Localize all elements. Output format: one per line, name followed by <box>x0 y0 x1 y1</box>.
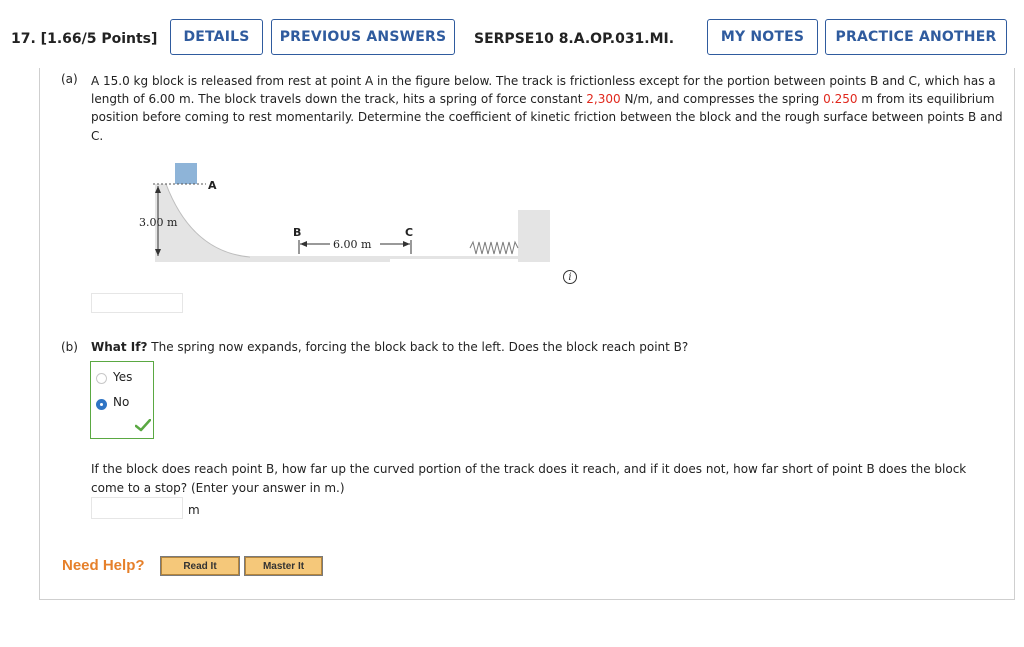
length-arrowhead-right <box>403 241 410 247</box>
master-it-button[interactable]: Master It <box>244 556 323 576</box>
point-b-label: B <box>293 226 301 239</box>
part-a-text-2: N/m, and compresses the spring <box>620 92 824 107</box>
length-label: 6.00 m <box>333 238 372 251</box>
read-it-button[interactable]: Read It <box>160 556 240 576</box>
track-diagram: A 3.00 m B C 6.00 m <box>139 163 550 262</box>
what-if-label: What If? <box>91 340 148 354</box>
part-b-question: The spring now expands, forcing the bloc… <box>147 340 689 354</box>
assignment-id: SERPSE10 8.A.OP.031.MI. <box>474 31 675 47</box>
point-a-label: A <box>208 179 217 192</box>
question-points-label: 17. [1.66/5 Points] <box>11 31 158 47</box>
info-icon[interactable]: i <box>563 270 577 284</box>
track-figure: A 3.00 m B C 6.00 m <box>130 162 560 272</box>
compression-value: 0.250 <box>823 92 858 107</box>
option-yes-label: Yes <box>113 370 133 384</box>
part-b-label: (b) <box>61 340 78 354</box>
need-help-label: Need Help? <box>62 557 145 574</box>
right-wall <box>518 210 550 262</box>
track-floor <box>250 256 530 259</box>
part-b-prompt: What If? The spring now expands, forcing… <box>91 340 688 354</box>
point-c-label: C <box>405 226 413 239</box>
length-arrowhead-left <box>300 241 307 247</box>
part-a-answer-input[interactable] <box>91 293 183 313</box>
details-button[interactable]: DETAILS <box>170 19 263 55</box>
practice-another-button[interactable]: PRACTICE ANOTHER <box>825 19 1007 55</box>
question-panel <box>39 68 1015 600</box>
radio-no[interactable] <box>96 399 107 410</box>
previous-answers-button[interactable]: PREVIOUS ANSWERS <box>271 19 455 55</box>
height-label: 3.00 m <box>139 216 178 229</box>
correct-check-icon <box>135 419 151 432</box>
spring <box>469 240 519 255</box>
part-a-label: (a) <box>61 72 78 86</box>
part-b-answer-input[interactable] <box>91 497 183 519</box>
part-a-prompt: A 15.0 kg block is released from rest at… <box>91 72 1006 145</box>
block <box>175 163 197 184</box>
radio-yes[interactable] <box>96 373 107 384</box>
spring-constant-value: 2,300 <box>586 92 621 107</box>
unit-label: m <box>188 503 200 517</box>
option-no-label: No <box>113 395 130 409</box>
my-notes-button[interactable]: MY NOTES <box>707 19 818 55</box>
part-b-followup: If the block does reach point B, how far… <box>91 462 967 495</box>
question-header: 17. [1.66/5 Points] DETAILS PREVIOUS ANS… <box>0 0 1024 68</box>
